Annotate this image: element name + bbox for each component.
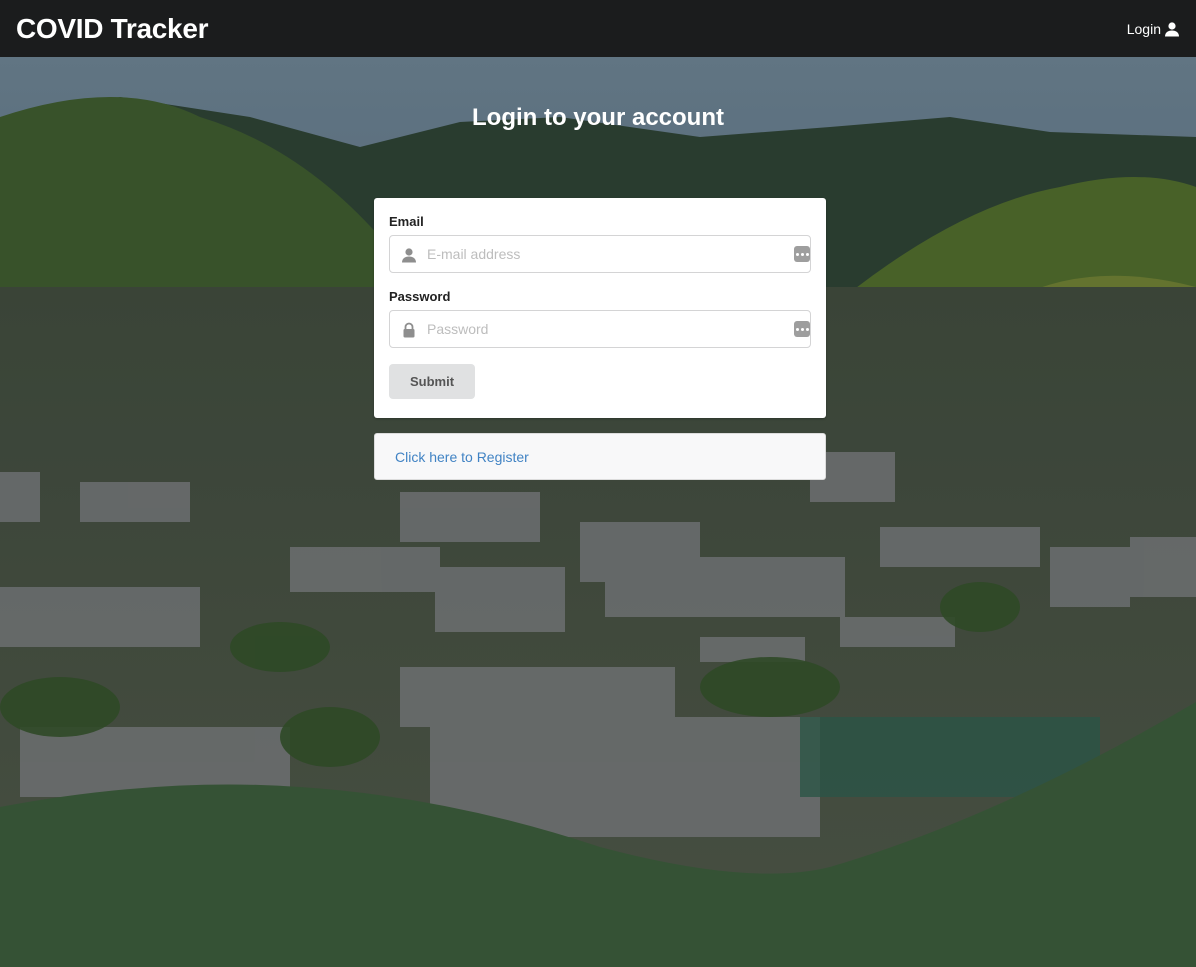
page-title: Login to your account xyxy=(472,104,724,131)
submit-button[interactable]: Submit xyxy=(389,364,475,399)
campus-background-image xyxy=(0,57,1196,967)
password-manager-icon[interactable] xyxy=(794,246,810,262)
login-form: Email Password Submit xyxy=(374,198,826,418)
nav-login-button[interactable]: Login xyxy=(1127,21,1180,37)
password-label: Password xyxy=(389,289,451,304)
register-link[interactable]: Click here to Register xyxy=(395,449,529,465)
password-input[interactable] xyxy=(390,311,810,347)
password-manager-icon[interactable] xyxy=(794,321,810,337)
nav-login-label: Login xyxy=(1126,20,1161,37)
email-field xyxy=(389,235,811,273)
app-brand[interactable]: COVID Tracker xyxy=(16,13,209,45)
email-input[interactable] xyxy=(390,236,810,272)
register-message: Click here to Register xyxy=(374,433,826,480)
email-label: Email xyxy=(389,214,424,229)
password-field xyxy=(389,310,811,348)
user-icon xyxy=(1165,21,1179,36)
top-navbar: COVID Tracker Login xyxy=(0,0,1196,57)
hero-section: Login to your account Email Password Sub… xyxy=(0,57,1196,967)
